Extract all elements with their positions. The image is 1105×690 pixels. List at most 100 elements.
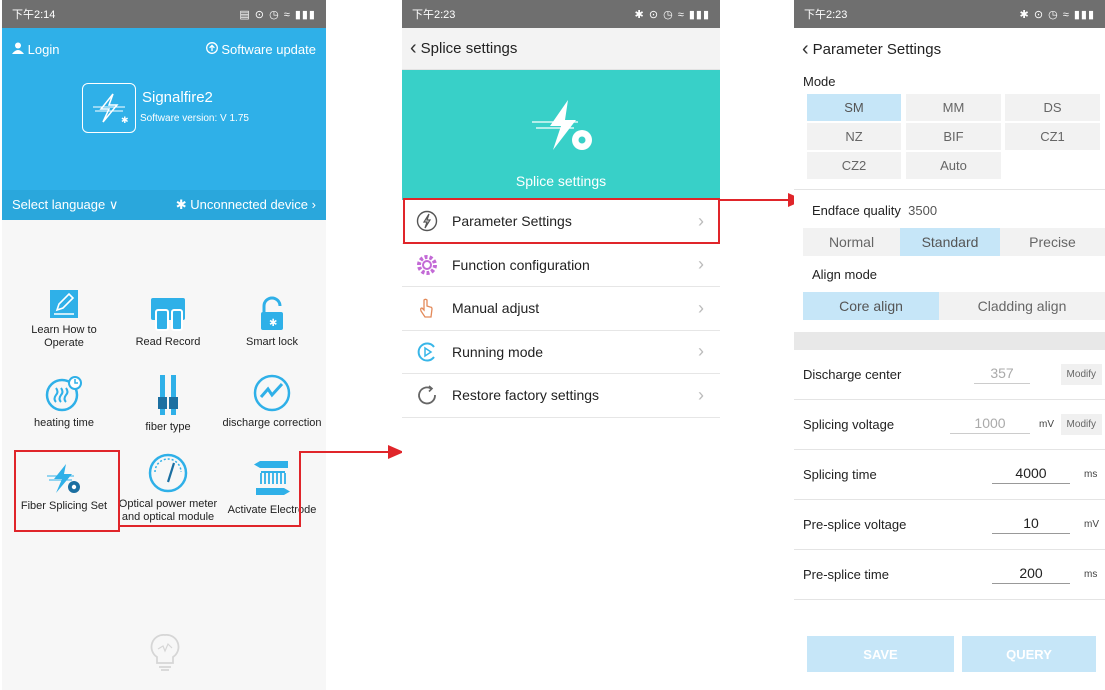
discharge-icon — [253, 374, 291, 412]
chevron-right-icon: › — [698, 341, 704, 362]
param-row-pre-splice-time: Pre-splice time 200 ms — [794, 550, 1105, 600]
splicing-voltage-field[interactable]: 1000 — [950, 415, 1030, 434]
splice-settings-icon — [532, 100, 592, 150]
highlight-frame — [403, 198, 720, 244]
align-mode-label: Align mode — [812, 267, 878, 282]
bluetooth-icon: ✱ — [175, 197, 191, 212]
mode-label: Mode — [803, 74, 836, 89]
status-time: 下午2:14 — [12, 9, 56, 21]
chevron-right-icon: › — [698, 297, 704, 318]
endface-option-normal[interactable]: Normal — [803, 228, 900, 256]
heating-icon — [45, 376, 82, 412]
status-time: 下午2:23 — [804, 9, 848, 21]
software-update-button[interactable]: Software update — [205, 42, 316, 57]
menu-manual-adjust[interactable]: Manual adjust › — [402, 287, 720, 331]
app-logo: ✱ — [82, 83, 136, 133]
svg-text:✱: ✱ — [269, 318, 277, 329]
login-button[interactable]: Login — [12, 42, 59, 57]
align-option-core[interactable]: Core align — [803, 292, 939, 320]
save-button[interactable]: SAVE — [807, 636, 954, 672]
fiber-type-icon — [158, 375, 178, 415]
mode-option-cz1[interactable]: CZ1 — [1005, 123, 1100, 150]
flow-arrow — [718, 193, 804, 208]
home-header: Login Software update ✱ Signalfire2 Soft… — [2, 28, 326, 190]
section-separator — [794, 332, 1105, 350]
user-icon — [12, 42, 28, 57]
mode-option-bif[interactable]: BIF — [906, 123, 1001, 150]
mode-option-ds[interactable]: DS — [1005, 94, 1100, 121]
running-mode-icon — [416, 341, 438, 363]
splice-banner: Splice settings — [402, 70, 720, 200]
status-icons: ✱ ⊙ ◷ ≈ ▮▮▮ — [634, 8, 710, 21]
discharge-center-field[interactable]: 357 — [974, 365, 1030, 384]
hand-icon — [416, 297, 438, 319]
chevron-right-icon: › — [698, 384, 704, 405]
menu-function-configuration[interactable]: Function configuration › — [402, 243, 720, 287]
menu-running-mode[interactable]: Running mode › — [402, 330, 720, 374]
grid-discharge-correction[interactable]: discharge correction — [222, 373, 322, 430]
grid-fiber-type[interactable]: fiber type — [118, 373, 218, 434]
endface-option-precise[interactable]: Precise — [1000, 228, 1105, 256]
mode-option-nz[interactable]: NZ — [807, 123, 901, 150]
device-connection-button[interactable]: ✱ Unconnected device › — [176, 197, 316, 213]
query-button[interactable]: QUERY — [962, 636, 1096, 672]
gear-icon — [416, 254, 438, 276]
status-bar: 下午2:23 ✱ ⊙ ◷ ≈ ▮▮▮ — [794, 0, 1105, 28]
mode-option-mm[interactable]: MM — [906, 94, 1001, 121]
mode-option-cz2[interactable]: CZ2 — [807, 152, 901, 179]
pre-splice-voltage-field[interactable]: 10 — [992, 515, 1070, 534]
menu-restore-factory-settings[interactable]: Restore factory settings › — [402, 374, 720, 418]
divider — [794, 189, 1105, 190]
page-title: Splice settings — [420, 40, 518, 57]
home-screen: 下午2:14 ▤ ⊙ ◷ ≈ ▮▮▮ Login Software update… — [2, 0, 326, 690]
status-bar: 下午2:14 ▤ ⊙ ◷ ≈ ▮▮▮ — [2, 0, 326, 28]
modify-button[interactable]: Modify — [1060, 414, 1102, 435]
software-version: Software version: V 1.75 — [140, 113, 249, 124]
chevron-right-icon: › — [311, 197, 316, 212]
status-time: 下午2:23 — [412, 9, 456, 21]
param-row-discharge-center: Discharge center 357 Modify — [794, 350, 1105, 400]
align-option-cladding[interactable]: Cladding align — [939, 292, 1105, 320]
param-row-splicing-voltage: Splicing voltage 1000 mV Modify — [794, 400, 1105, 450]
pre-splice-time-field[interactable]: 200 — [992, 565, 1070, 584]
nav-bar: ‹ Splice settings — [402, 28, 720, 70]
modify-button[interactable]: Modify — [1060, 364, 1102, 385]
status-bar: 下午2:23 ✱ ⊙ ◷ ≈ ▮▮▮ — [402, 0, 720, 28]
select-language-button[interactable]: Select language ∨ — [12, 197, 118, 213]
back-button[interactable]: ‹ — [410, 37, 417, 60]
page-title: Parameter Settings — [812, 40, 942, 58]
endface-option-standard[interactable]: Standard — [900, 228, 1000, 256]
highlight-frame — [14, 450, 120, 532]
endface-quality-label: Endface quality 3500 — [812, 203, 938, 218]
svg-text:✱: ✱ — [121, 115, 129, 125]
app-name: Signalfire2 — [142, 89, 213, 106]
mode-option-sm[interactable]: SM — [807, 94, 901, 121]
mode-option-auto[interactable]: Auto — [906, 152, 1001, 179]
status-icons: ▤ ⊙ ◷ ≈ ▮▮▮ — [239, 8, 316, 21]
grid-read-record[interactable]: Read Record — [118, 296, 218, 349]
lightning-icon: ✱ — [93, 93, 129, 125]
chevron-down-icon: ∨ — [108, 197, 119, 212]
splicing-time-field[interactable]: 4000 — [992, 465, 1070, 484]
flow-arrow — [120, 445, 404, 527]
param-row-splicing-time: Splicing time 4000 ms — [794, 450, 1105, 500]
parameter-settings-screen: 下午2:23 ✱ ⊙ ◷ ≈ ▮▮▮ ‹ Parameter Settings … — [794, 0, 1105, 690]
grid-heating-time[interactable]: heating time — [14, 373, 114, 430]
language-bar: Select language ∨ ✱ Unconnected device › — [2, 190, 326, 220]
splice-settings-screen: 下午2:23 ✱ ⊙ ◷ ≈ ▮▮▮ ‹ Splice settings Spl… — [402, 0, 720, 690]
status-icons: ✱ ⊙ ◷ ≈ ▮▮▮ — [1019, 8, 1095, 21]
endface-quality-value: 3500 — [908, 203, 938, 218]
lightbulb-icon — [150, 634, 180, 671]
back-button[interactable]: ‹ — [802, 38, 809, 61]
nav-bar: ‹ Parameter Settings — [794, 28, 1105, 70]
smart-lock-icon: ✱ — [261, 296, 283, 330]
restore-icon — [416, 384, 438, 406]
chevron-right-icon: › — [698, 254, 704, 275]
grid-smart-lock[interactable]: ✱ Smart lock — [222, 296, 322, 349]
learn-icon — [50, 290, 78, 318]
grid-learn-how-to-operate[interactable]: Learn How to Operate — [14, 288, 114, 350]
param-row-pre-splice-voltage: Pre-splice voltage 10 mV — [794, 500, 1105, 550]
upload-icon — [205, 42, 222, 57]
read-record-icon — [151, 298, 185, 331]
banner-label: Splice settings — [515, 173, 607, 189]
